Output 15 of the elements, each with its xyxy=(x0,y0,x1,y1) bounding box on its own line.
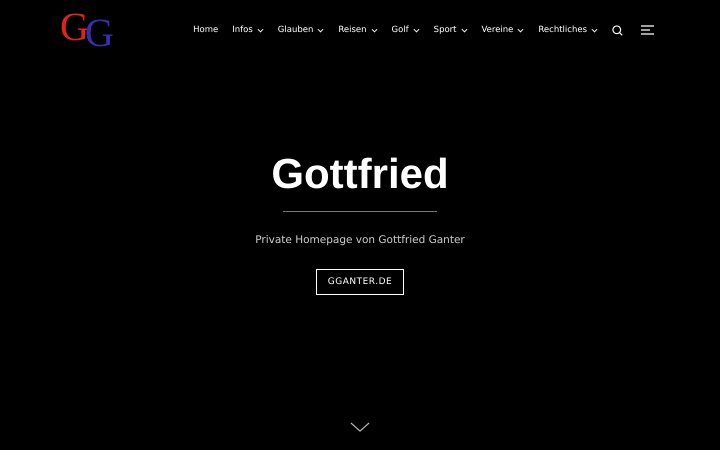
nav-link[interactable]: Vereine xyxy=(482,25,524,35)
nav-link[interactable]: Rechtliches xyxy=(538,25,598,35)
hero-subtitle: Private Homepage von Gottfried Ganter xyxy=(255,234,465,246)
nav-link[interactable]: Reisen xyxy=(338,25,378,35)
chevron-down-icon[interactable] xyxy=(350,422,370,432)
nav-link[interactable]: Golf xyxy=(392,25,420,35)
nav-link[interactable]: Home xyxy=(193,25,218,35)
menu-icon[interactable] xyxy=(641,25,654,35)
search-icon[interactable] xyxy=(612,24,623,36)
nav-link[interactable]: Sport xyxy=(434,25,468,35)
nav-link[interactable]: Infos xyxy=(232,25,264,35)
logo-letter[interactable]: G xyxy=(60,10,89,44)
hero-title: Gottfried xyxy=(271,150,449,198)
site-link-button[interactable]: GGANTER.DE xyxy=(316,269,404,295)
nav-link[interactable]: Glauben xyxy=(278,25,324,35)
